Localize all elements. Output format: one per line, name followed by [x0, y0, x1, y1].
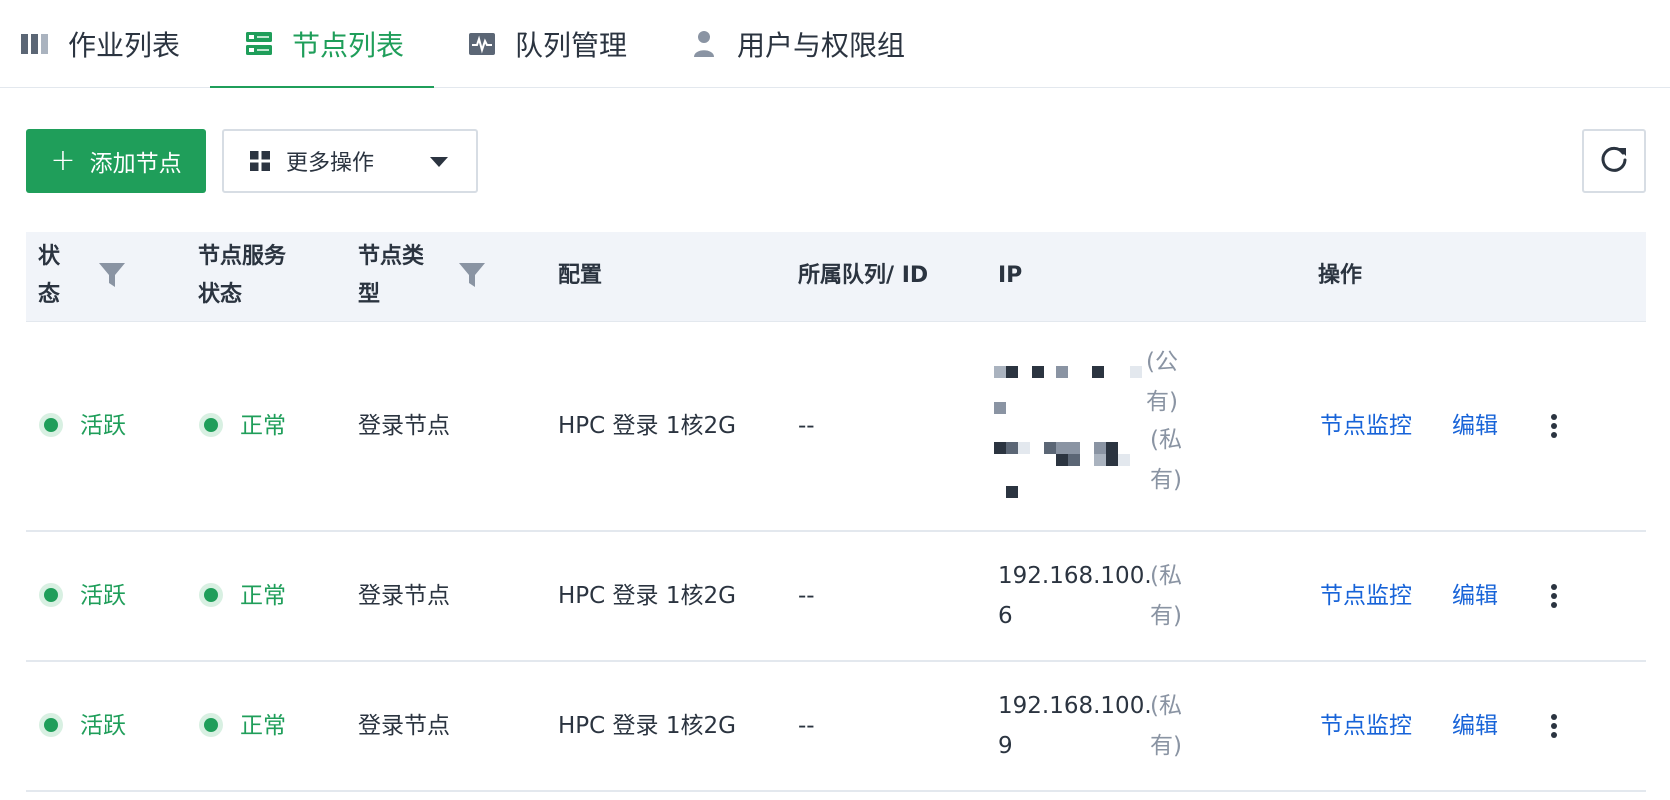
more-options-icon[interactable]: [1544, 712, 1564, 742]
table-row: 活跃 正常 登录节点 HPC 登录 1核2G -- (公 有) (私 有) 节点…: [26, 322, 1646, 532]
status-cell: 活跃: [44, 706, 126, 746]
queue-cell: --: [798, 413, 815, 439]
more-options-icon[interactable]: [1544, 412, 1564, 442]
public-ip-tag: (公 有): [1146, 349, 1178, 415]
tab-label: 队列管理: [515, 29, 628, 62]
active-tab-indicator: [210, 86, 434, 88]
node-type-filter-icon[interactable]: [458, 262, 486, 292]
grid-icon: [250, 151, 270, 171]
edit-link[interactable]: 编辑: [1452, 706, 1498, 746]
private-ip-tag: (私 有): [1150, 427, 1182, 493]
service-status-cell: 正常: [204, 706, 286, 746]
config-cell: HPC 登录 1核2G: [558, 413, 736, 439]
node-type-cell: 登录节点: [358, 713, 450, 739]
chevron-down-icon: [430, 157, 448, 167]
ip-address: 192.168.100. 9: [998, 693, 1152, 759]
column-header-service-status: 节点服务 状态: [198, 244, 287, 307]
column-header-status: 状 态: [38, 244, 61, 307]
active-status-dot: [44, 717, 58, 732]
refresh-icon: [1599, 144, 1629, 178]
table-row: 活跃 正常 登录节点 HPC 登录 1核2G -- 192.168.100. 6…: [26, 532, 1646, 662]
tab-job-list[interactable]: 作业列表: [20, 0, 180, 88]
status-cell: 活跃: [44, 406, 126, 446]
private-ip-tag: (私 有): [1150, 693, 1182, 759]
queue-cell: --: [798, 583, 815, 609]
column-header-queue: 所属队列/ ID: [798, 263, 929, 288]
add-node-button[interactable]: + 添加节点: [26, 129, 206, 193]
active-status-dot: [44, 587, 58, 602]
tab-queue-management[interactable]: 队列管理: [467, 0, 627, 88]
column-header-ip: IP: [998, 263, 1023, 288]
node-type-cell: 登录节点: [358, 583, 450, 609]
more-actions-label: 更多操作: [286, 151, 375, 176]
config-cell: HPC 登录 1核2G: [558, 583, 736, 609]
node-monitor-link[interactable]: 节点监控: [1320, 706, 1412, 746]
column-header-node-type: 节点类 型: [358, 244, 425, 307]
table-row: 活跃 正常 登录节点 HPC 登录 1核2G -- 192.168.100. 9…: [26, 662, 1646, 792]
service-status-cell: 正常: [204, 406, 286, 446]
normal-status-dot: [204, 717, 218, 732]
refresh-button[interactable]: [1582, 129, 1646, 193]
status-cell: 活跃: [44, 576, 126, 616]
node-type-cell: 登录节点: [358, 413, 450, 439]
tab-label: 节点列表: [292, 29, 405, 62]
tab-users-permissions[interactable]: 用户与权限组: [689, 0, 905, 88]
service-status-cell: 正常: [204, 576, 286, 616]
queue-cell: --: [798, 713, 815, 739]
private-ip-tag: (私 有): [1150, 563, 1182, 629]
tab-label: 作业列表: [68, 29, 181, 62]
user-icon: [689, 29, 719, 59]
redacted-public-ip: [994, 366, 1144, 416]
ip-address: 192.168.100. 6: [998, 563, 1152, 629]
add-node-label: 添加节点: [89, 151, 182, 177]
config-cell: HPC 登录 1核2G: [558, 713, 736, 739]
column-header-actions: 操作: [1318, 263, 1363, 288]
normal-status-dot: [204, 417, 218, 432]
server-icon: [244, 29, 274, 59]
node-monitor-link[interactable]: 节点监控: [1320, 576, 1412, 616]
node-monitor-link[interactable]: 节点监控: [1320, 406, 1412, 446]
column-header-config: 配置: [558, 263, 603, 288]
normal-status-dot: [204, 587, 218, 602]
edit-link[interactable]: 编辑: [1452, 576, 1498, 616]
active-status-dot: [44, 417, 58, 432]
ip-cell: (公 有) (私 有): [994, 342, 1204, 512]
tab-label: 用户与权限组: [737, 29, 906, 62]
job-list-icon: [20, 29, 50, 59]
more-actions-dropdown[interactable]: 更多操作: [222, 129, 478, 193]
plus-icon: +: [50, 143, 76, 178]
tab-bar: 作业列表 节点列表 队列管理 用户与权限组: [0, 0, 1670, 88]
tab-node-list[interactable]: 节点列表: [244, 0, 404, 88]
more-options-icon[interactable]: [1544, 582, 1564, 612]
status-filter-icon[interactable]: [98, 262, 126, 292]
table-header: 状 态 节点服务 状态 节点类 型 配置 所属队列/ ID IP 操作: [26, 232, 1646, 322]
edit-link[interactable]: 编辑: [1452, 406, 1498, 446]
redacted-private-ip: [994, 442, 1144, 498]
queue-monitor-icon: [467, 29, 497, 59]
